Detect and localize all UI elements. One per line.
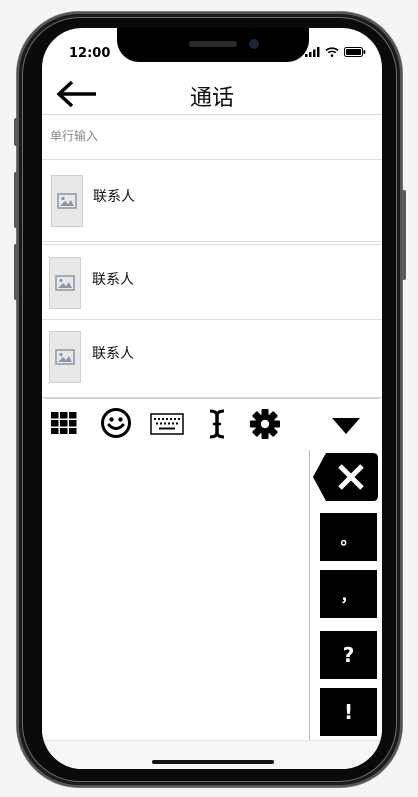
contact-name: 联系人 [93, 189, 135, 205]
comma-key-label: ， [340, 586, 357, 605]
question-key-label: ? [342, 643, 355, 667]
image-placeholder-icon [57, 193, 77, 209]
gear-icon[interactable] [249, 408, 281, 440]
image-placeholder-icon [55, 275, 75, 291]
wifi-icon [325, 47, 339, 57]
contact-item[interactable]: 联系人 [42, 244, 382, 320]
smiley-icon[interactable] [100, 407, 132, 439]
text-cursor-icon[interactable] [208, 409, 226, 439]
period-key[interactable]: 。 [320, 513, 377, 561]
delete-key[interactable] [312, 452, 379, 502]
speaker [189, 41, 237, 47]
power-button [402, 190, 406, 280]
battery-icon [344, 47, 366, 57]
status-icons [305, 47, 366, 57]
contact-name: 联系人 [92, 346, 134, 362]
exclaim-key[interactable]: ! [320, 688, 377, 736]
mute-switch [14, 118, 18, 146]
single-line-input[interactable] [48, 121, 372, 151]
column-divider [309, 450, 310, 740]
bottom-bar [42, 740, 382, 769]
question-key[interactable]: ? [320, 631, 377, 679]
volume-down-button [14, 244, 18, 300]
page-title: 通话 [189, 86, 234, 111]
volume-up-button [14, 172, 18, 228]
home-indicator[interactable] [152, 760, 274, 764]
period-key-label: 。 [340, 529, 357, 548]
keyboard-icon[interactable] [150, 413, 184, 435]
contact-name: 联系人 [92, 272, 134, 288]
screen: 12:00 通话 单行输入 联系人 联系人 联系人 。 ， ? ! [42, 28, 382, 769]
header: 通话 [42, 74, 382, 115]
avatar [49, 331, 81, 383]
input-row [42, 115, 382, 160]
exclaim-key-label: ! [343, 700, 354, 724]
signal-icon [305, 47, 320, 57]
backspace-icon [313, 453, 378, 501]
avatar [49, 257, 81, 309]
triangle-down-icon[interactable] [332, 418, 360, 434]
notch [117, 28, 309, 62]
status-time: 12:00 [69, 46, 111, 61]
contact-item[interactable]: 联系人 [42, 160, 382, 242]
input-toolbar [44, 398, 380, 451]
comma-key[interactable]: ， [320, 570, 377, 618]
avatar [51, 175, 83, 227]
camera [249, 39, 259, 49]
keyboard-panel: 。 ， ? ! [42, 450, 382, 740]
grid-icon[interactable] [51, 412, 77, 434]
contact-item[interactable]: 联系人 [42, 319, 382, 398]
image-placeholder-icon [55, 349, 75, 365]
